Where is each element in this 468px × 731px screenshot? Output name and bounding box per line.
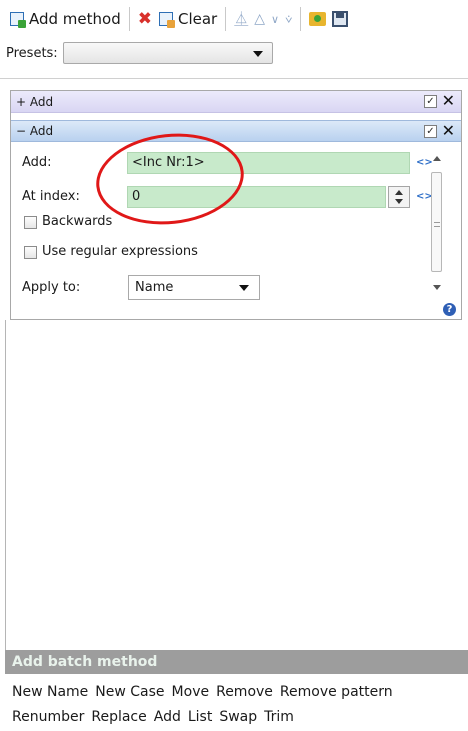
move-first-icon: ⏅ bbox=[234, 12, 249, 28]
batch-method-move[interactable]: Move bbox=[172, 684, 210, 700]
backwards-checkbox[interactable] bbox=[24, 216, 37, 229]
batch-method-swap[interactable]: Swap bbox=[219, 709, 257, 725]
remove-method-button[interactable]: ✖ bbox=[135, 6, 155, 32]
apply-to-label: Apply to: bbox=[22, 280, 81, 295]
chevron-down-icon bbox=[252, 51, 263, 57]
toolbar-separator bbox=[128, 7, 130, 31]
batch-method-renumber[interactable]: Renumber bbox=[12, 709, 84, 725]
move-down-icon: ∨ bbox=[271, 12, 280, 26]
batch-method-list[interactable]: List bbox=[188, 709, 212, 725]
scrollbar-grip bbox=[434, 222, 440, 227]
move-last-icon: ⩒ bbox=[285, 11, 293, 26]
divider bbox=[0, 78, 468, 79]
move-last-button[interactable]: ⩒ bbox=[282, 6, 295, 32]
scroll-down-icon[interactable] bbox=[433, 285, 441, 290]
regex-label: Use regular expressions bbox=[42, 244, 198, 259]
backwards-label: Backwards bbox=[42, 214, 113, 229]
add-method-label: Add method bbox=[29, 10, 121, 28]
toolbar: Add method ✖ Clear ⏅ △ ∨ ⩒ bbox=[0, 0, 468, 38]
clear-button[interactable]: Clear bbox=[155, 6, 220, 32]
panel-border bbox=[5, 320, 6, 650]
presets-row: Presets: bbox=[6, 42, 273, 64]
batch-method-new-name[interactable]: New Name bbox=[12, 684, 88, 700]
clear-label: Clear bbox=[178, 10, 218, 28]
batch-method-replace[interactable]: Replace bbox=[91, 709, 146, 725]
at-index-stepper[interactable] bbox=[388, 186, 410, 208]
apply-to-select[interactable]: Name bbox=[128, 275, 260, 300]
presets-label: Presets: bbox=[6, 45, 58, 61]
batch-methods-row-2: Renumber Replace Add List Swap Trim bbox=[12, 709, 301, 725]
move-up-button[interactable]: △ bbox=[251, 6, 268, 32]
batch-method-new-case[interactable]: New Case bbox=[95, 684, 164, 700]
add-method-icon bbox=[9, 11, 26, 28]
close-icon[interactable]: ✕ bbox=[442, 92, 455, 110]
add-method-button[interactable]: Add method bbox=[6, 6, 124, 32]
batch-method-trim[interactable]: Trim bbox=[264, 709, 294, 725]
load-icon bbox=[309, 12, 327, 26]
at-index-label: At index: bbox=[22, 189, 80, 204]
method-header-title: − Add bbox=[16, 124, 54, 138]
method-header-1[interactable]: + Add ✓ ✕ bbox=[11, 91, 461, 113]
batch-method-remove-pattern[interactable]: Remove pattern bbox=[280, 684, 393, 700]
save-icon bbox=[332, 11, 349, 27]
move-down-button[interactable]: ∨ bbox=[268, 6, 282, 32]
batch-method-add[interactable]: Add bbox=[154, 709, 181, 725]
save-button[interactable] bbox=[329, 6, 351, 32]
toolbar-separator bbox=[300, 7, 302, 31]
chevron-down-icon bbox=[239, 285, 249, 291]
method-enabled-checkbox[interactable]: ✓ bbox=[424, 95, 437, 108]
method-header-2[interactable]: − Add ✓ ✕ bbox=[11, 120, 461, 142]
regex-checkbox[interactable] bbox=[24, 246, 37, 259]
close-icon[interactable]: ✕ bbox=[442, 122, 455, 140]
insert-code-icon[interactable]: <> bbox=[416, 157, 433, 168]
apply-to-value: Name bbox=[135, 280, 174, 295]
method-enabled-checkbox[interactable]: ✓ bbox=[424, 125, 437, 138]
clear-icon bbox=[158, 11, 175, 28]
help-icon[interactable]: ? bbox=[443, 303, 456, 316]
load-button[interactable] bbox=[306, 6, 329, 32]
move-first-button[interactable]: ⏅ bbox=[231, 6, 251, 32]
batch-method-remove[interactable]: Remove bbox=[216, 684, 273, 700]
presets-select[interactable] bbox=[62, 42, 273, 64]
add-label: Add: bbox=[22, 155, 52, 170]
batch-method-header: Add batch method bbox=[5, 650, 468, 674]
batch-methods-row-1: New Name New Case Move Remove Remove pat… bbox=[12, 684, 400, 700]
scroll-up-icon[interactable] bbox=[433, 156, 441, 161]
remove-icon: ✖ bbox=[137, 8, 152, 29]
toolbar-separator bbox=[225, 7, 227, 31]
method-header-title: + Add bbox=[16, 94, 54, 109]
move-up-icon: △ bbox=[254, 11, 266, 27]
